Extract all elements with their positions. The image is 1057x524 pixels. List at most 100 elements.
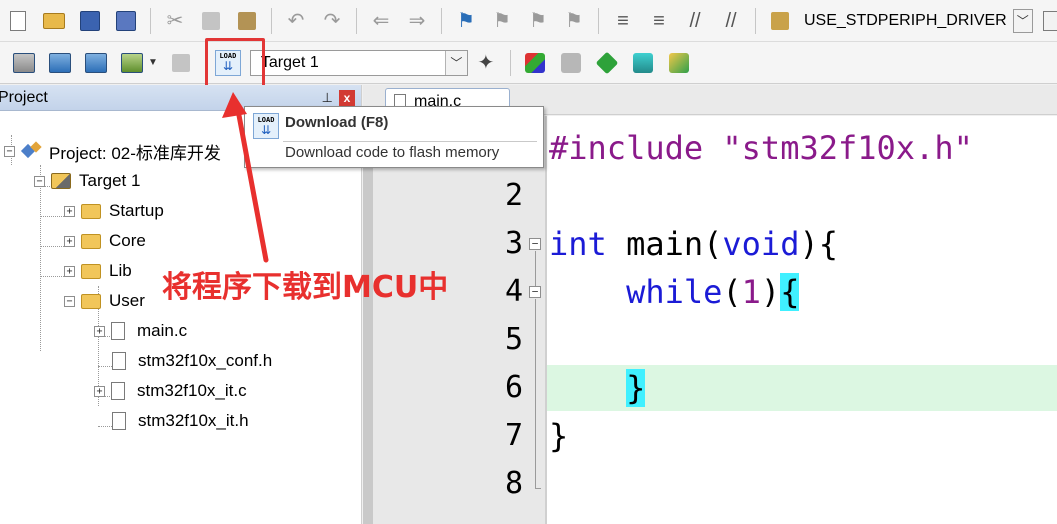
redo-icon[interactable]: ↷: [317, 6, 347, 36]
panel-title: Project: [0, 88, 48, 106]
bookmark-icon[interactable]: ⚑: [451, 6, 481, 36]
cut-icon[interactable]: ✂: [160, 6, 190, 36]
project-label: Project: 02-标准库开发: [49, 143, 221, 163]
open-folder-icon: [81, 293, 101, 309]
fold-toggle-icon[interactable]: −: [529, 286, 541, 298]
toolbar-build: ▼ LOAD ⇊ Target 1 ﹀ ✦: [0, 42, 1057, 84]
stop-build-icon[interactable]: [166, 48, 196, 78]
chevron-down-icon: ﹀: [1013, 9, 1032, 32]
file-icon: [111, 382, 125, 400]
nav-forward-icon[interactable]: ⇒: [402, 6, 432, 36]
tree-group-lib[interactable]: + Lib: [64, 259, 132, 283]
tooltip-title: Download (F8): [285, 114, 389, 131]
file-label: stm32f10x_it.c: [137, 381, 247, 400]
copy-icon[interactable]: [196, 6, 226, 36]
save-icon[interactable]: [75, 6, 105, 36]
target-select-value: Target 1: [260, 53, 319, 71]
find-in-files-icon[interactable]: [765, 6, 795, 36]
find-icon[interactable]: [1036, 6, 1057, 36]
unindent-icon[interactable]: ≡: [644, 6, 674, 36]
download-tooltip: LOAD ⇊ Download (F8) Download code to fl…: [244, 106, 544, 168]
close-icon[interactable]: x: [339, 89, 355, 106]
code-editor[interactable]: 1 2 3 4 5 6 7 8 − − #include "stm32f10x.…: [363, 116, 1057, 524]
tree-project[interactable]: − Project: 02-标准库开发: [4, 139, 221, 163]
select-packs-icon[interactable]: [556, 48, 586, 78]
save-all-icon[interactable]: [111, 6, 141, 36]
file-label: main.c: [137, 321, 188, 340]
batch-build-icon[interactable]: [117, 48, 147, 78]
tree-group-startup[interactable]: + Startup: [64, 199, 164, 223]
collapse-icon[interactable]: −: [4, 145, 15, 157]
expand-icon[interactable]: +: [64, 235, 75, 247]
fold-toggle-icon[interactable]: −: [529, 238, 541, 250]
target-select[interactable]: Target 1 ﹀: [249, 49, 468, 76]
folder-icon: [81, 263, 101, 279]
undo-icon[interactable]: ↶: [281, 6, 311, 36]
pin-icon[interactable]: ⊥: [322, 90, 333, 106]
expand-icon[interactable]: +: [64, 205, 75, 217]
toolbar-separator: [441, 7, 442, 34]
folder-icon: [81, 203, 101, 219]
tree-target[interactable]: − Target 1: [34, 169, 140, 193]
collapse-icon[interactable]: −: [34, 175, 45, 187]
paste-icon[interactable]: [232, 6, 262, 36]
nav-back-icon[interactable]: ⇐: [366, 6, 396, 36]
tree-file-main-c[interactable]: + main.c: [94, 319, 187, 343]
group-label: User: [109, 291, 145, 310]
expand-icon[interactable]: +: [94, 325, 105, 337]
annotation-text: 将程序下载到MCU中: [162, 270, 449, 305]
group-label: Lib: [109, 261, 132, 280]
target-icon: [51, 173, 71, 189]
tree-group-user[interactable]: − User: [64, 289, 145, 313]
comment-icon[interactable]: //: [680, 6, 710, 36]
line-number: 2: [504, 178, 523, 213]
tree-file-it-h[interactable]: stm32f10x_it.h: [112, 409, 249, 433]
options-icon[interactable]: ✦: [471, 48, 501, 78]
uncomment-icon[interactable]: //: [716, 6, 746, 36]
file-icon: [112, 412, 126, 430]
file-icon: [111, 322, 125, 340]
file-label: stm32f10x_it.h: [138, 411, 249, 430]
bookmark-next-icon[interactable]: ⚑: [523, 6, 553, 36]
toolbar-separator: [271, 7, 272, 34]
caret-down-icon[interactable]: ▼: [148, 57, 158, 68]
file-icon: [112, 352, 126, 370]
bookmark-prev-icon[interactable]: ⚑: [487, 6, 517, 36]
rebuild-icon[interactable]: [81, 48, 111, 78]
toolbar-separator: [755, 7, 756, 34]
toolbar-separator: [598, 7, 599, 34]
collapse-icon[interactable]: −: [64, 295, 75, 307]
open-folder-icon[interactable]: [39, 6, 69, 36]
pack-installer-icon[interactable]: [628, 48, 658, 78]
tooltip-description: Download code to flash memory: [285, 144, 500, 161]
pack-update-icon[interactable]: [664, 48, 694, 78]
group-label: Core: [109, 231, 146, 250]
new-file-icon[interactable]: [3, 6, 33, 36]
tree-group-core[interactable]: + Core: [64, 229, 146, 253]
define-combo-dropdown[interactable]: ﹀: [1012, 8, 1033, 33]
chevron-down-icon: ﹀: [444, 50, 467, 75]
manage-components-icon[interactable]: [520, 48, 550, 78]
project-icon: [21, 142, 43, 160]
code-line-3: int main(void){: [549, 225, 838, 263]
expand-icon[interactable]: +: [64, 265, 75, 277]
indent-icon[interactable]: ≡: [608, 6, 638, 36]
tree-file-it-c[interactable]: + stm32f10x_it.c: [94, 379, 247, 403]
group-label: Startup: [109, 201, 164, 220]
line-number: 5: [504, 322, 523, 357]
toolbar-file: ✂ ↶ ↷ ⇐ ⇒ ⚑ ⚑ ⚑ ⚑ ≡ ≡ // // USE_STDPERIP…: [0, 0, 1057, 42]
line-number: 8: [504, 466, 523, 501]
run-time-env-icon[interactable]: [592, 48, 622, 78]
code-line-1: #include "stm32f10x.h": [549, 129, 973, 167]
translate-icon[interactable]: [9, 48, 39, 78]
code-line-7: }: [549, 417, 569, 455]
toolbar-separator: [509, 49, 511, 76]
tree-file-conf-h[interactable]: stm32f10x_conf.h: [112, 349, 272, 373]
target-label: Target 1: [79, 171, 141, 190]
expand-icon[interactable]: +: [94, 385, 105, 397]
build-icon[interactable]: [45, 48, 75, 78]
toolbar-separator: [150, 7, 151, 34]
bookmark-clear-icon[interactable]: ⚑: [559, 6, 589, 36]
toolbar-separator: [356, 7, 357, 34]
code-line-4: while(1){: [626, 273, 800, 311]
